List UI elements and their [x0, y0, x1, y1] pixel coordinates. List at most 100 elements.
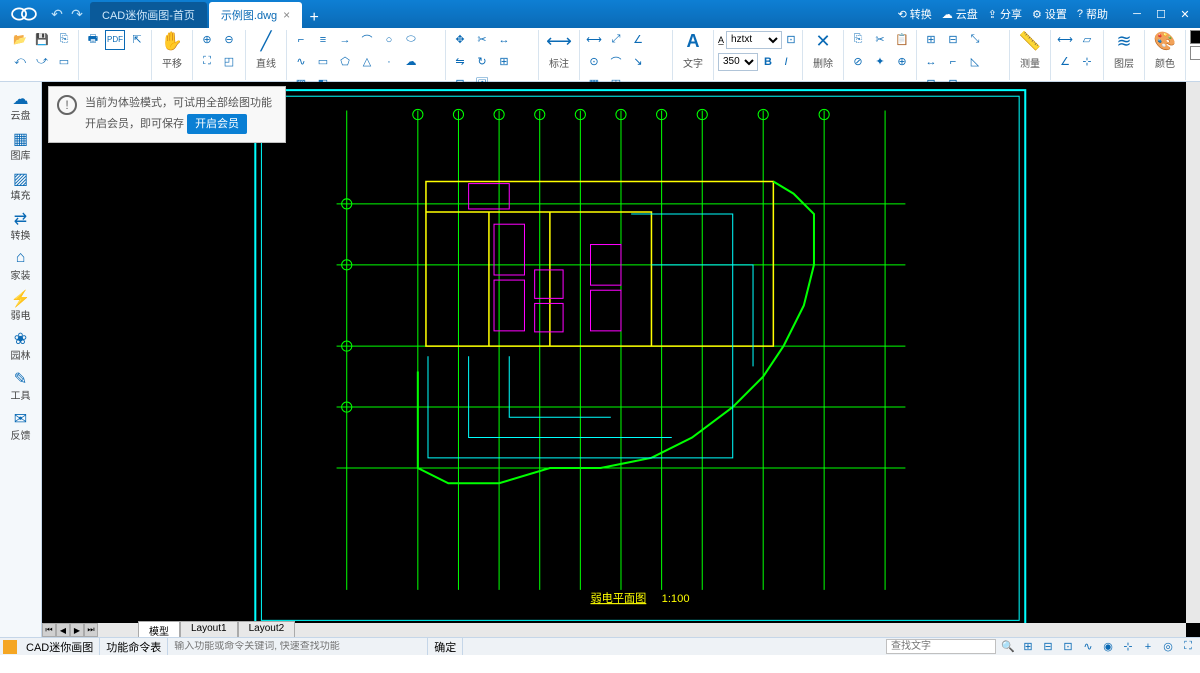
close-button[interactable]: ✕: [1174, 5, 1196, 23]
spline-icon[interactable]: ∿: [291, 52, 311, 72]
sidebar-item-家装[interactable]: ⌂家装: [2, 246, 40, 284]
dim-align-icon[interactable]: ⤢: [606, 30, 626, 50]
print-icon[interactable]: 🖶: [83, 30, 103, 50]
triangle-icon[interactable]: △: [357, 52, 377, 72]
move-icon[interactable]: ✥: [450, 30, 470, 50]
offset-icon[interactable]: ⊞: [494, 52, 514, 72]
plus-icon[interactable]: +: [1140, 639, 1156, 655]
copy-icon[interactable]: ⎘: [848, 30, 868, 50]
sidebar-item-工具[interactable]: ✎工具: [2, 366, 40, 404]
sidebar-item-转换[interactable]: ⇄转换: [2, 206, 40, 244]
leader-icon[interactable]: ↘: [628, 52, 648, 72]
dim-arc-icon[interactable]: ⌒: [606, 52, 626, 72]
multiline-icon[interactable]: ≡: [313, 30, 333, 50]
color-white[interactable]: [1190, 46, 1200, 60]
annotate-tool[interactable]: ⟷ 标注: [543, 30, 575, 70]
delete-tool[interactable]: ✕ 删除: [807, 30, 839, 70]
redo-icon[interactable]: ⤻: [32, 52, 52, 72]
command-input[interactable]: [174, 641, 414, 652]
rect-icon[interactable]: ▭: [313, 52, 333, 72]
grid-icon[interactable]: ⊟: [1040, 639, 1056, 655]
convert-button[interactable]: ⟲ 转换: [898, 6, 932, 22]
scrollbar-horizontal[interactable]: ⏮ ◀ ▶ ⏭ 模型Layout1Layout2: [42, 623, 1186, 637]
ortho-icon[interactable]: ⊡: [1060, 639, 1076, 655]
close-icon[interactable]: ×: [283, 8, 290, 22]
dim-linear-icon[interactable]: ⟷: [584, 30, 604, 50]
trim-icon[interactable]: ✂: [472, 30, 492, 50]
nav-fwd-icon[interactable]: ↷: [68, 5, 86, 23]
undo-icon[interactable]: ⤺: [10, 52, 30, 72]
italic-button[interactable]: I: [778, 52, 794, 72]
scroll-last-icon[interactable]: ⏭: [84, 623, 98, 637]
polyline-icon[interactable]: ⌐: [291, 30, 311, 50]
explode-icon[interactable]: ✦: [870, 52, 890, 72]
ray-icon[interactable]: →: [335, 30, 355, 50]
sidebar-item-反馈[interactable]: ✉反馈: [2, 406, 40, 444]
pan-tool[interactable]: ✋ 平移: [156, 30, 188, 70]
saveas-icon[interactable]: ⎘: [54, 30, 74, 50]
scroll-next-icon[interactable]: ▶: [70, 623, 84, 637]
target-icon[interactable]: ◎: [1160, 639, 1176, 655]
open-icon[interactable]: 📂: [10, 30, 30, 50]
mirror-icon[interactable]: ⇋: [450, 52, 470, 72]
layout-tab-模型[interactable]: 模型: [138, 621, 180, 637]
drawing-canvas[interactable]: 弱电平面图 1:100 ⏮ ◀ ▶ ⏭ 模型Layout1Layout2: [42, 82, 1200, 637]
minimize-button[interactable]: ─: [1126, 5, 1148, 23]
pdf-icon[interactable]: PDF: [105, 30, 125, 50]
scroll-first-icon[interactable]: ⏮: [42, 623, 56, 637]
bold-button[interactable]: B: [760, 52, 776, 72]
cloud-button[interactable]: ☁ 云盘: [942, 6, 978, 22]
snap-icon[interactable]: ⊞: [1020, 639, 1036, 655]
nav-back-icon[interactable]: ↶: [48, 5, 66, 23]
font-select[interactable]: hztxt: [726, 31, 782, 49]
color-tool[interactable]: 🎨 颜色: [1149, 30, 1181, 70]
dim-angle-icon[interactable]: ∠: [628, 30, 648, 50]
upgrade-button[interactable]: 开启会员: [187, 114, 247, 135]
sidebar-item-填充[interactable]: ▨填充: [2, 166, 40, 204]
scrollbar-vertical[interactable]: [1186, 82, 1200, 623]
area-icon[interactable]: ▱: [1077, 30, 1097, 50]
fillet-icon[interactable]: ⌐: [943, 52, 963, 72]
sidebar-item-图库[interactable]: ▦图库: [2, 126, 40, 164]
chamfer-icon[interactable]: ◺: [965, 52, 985, 72]
join-icon[interactable]: ⊕: [892, 52, 912, 72]
share-button[interactable]: ⇪ 分享: [988, 6, 1022, 22]
align-icon[interactable]: ⊞: [921, 30, 941, 50]
tab-add-button[interactable]: +: [304, 8, 324, 28]
zoom-window-icon[interactable]: ◰: [219, 52, 239, 72]
color-black[interactable]: [1190, 30, 1200, 44]
polygon-icon[interactable]: ⬠: [335, 52, 355, 72]
osnap-icon[interactable]: ◉: [1100, 639, 1116, 655]
zoom-fit-icon[interactable]: ⛶: [197, 52, 217, 72]
break-icon[interactable]: ⊘: [848, 52, 868, 72]
arc-icon[interactable]: ⌒: [357, 30, 377, 50]
dim-radius-icon[interactable]: ⊙: [584, 52, 604, 72]
dist-icon[interactable]: ⟷: [1055, 30, 1075, 50]
font-fit-icon[interactable]: ⊡: [784, 30, 798, 50]
settings-button[interactable]: ⚙ 设置: [1032, 6, 1067, 22]
help-button[interactable]: ? 帮助: [1077, 6, 1108, 22]
circle-icon[interactable]: ○: [379, 30, 399, 50]
fontsize-select[interactable]: 350: [718, 53, 758, 71]
angle-meas-icon[interactable]: ∠: [1055, 52, 1075, 72]
sidebar-item-云盘[interactable]: ☁云盘: [2, 86, 40, 124]
otrack-icon[interactable]: ⊹: [1120, 639, 1136, 655]
distribute-icon[interactable]: ⊟: [943, 30, 963, 50]
search-icon[interactable]: 🔍: [1000, 639, 1016, 655]
paste-icon[interactable]: 📋: [892, 30, 912, 50]
export-icon[interactable]: ⇱: [127, 30, 147, 50]
text-tool[interactable]: A 文字: [677, 30, 709, 70]
fullscreen-icon[interactable]: ⛶: [1180, 639, 1196, 655]
extend-icon[interactable]: ↔: [494, 30, 514, 50]
layout-tab-Layout1[interactable]: Layout1: [180, 621, 238, 637]
tab-home[interactable]: CAD迷你画图-首页: [90, 2, 207, 28]
point-icon[interactable]: ·: [379, 52, 399, 72]
polar-icon[interactable]: ∿: [1080, 639, 1096, 655]
maximize-button[interactable]: ☐: [1150, 5, 1172, 23]
coord-icon[interactable]: ⊹: [1077, 52, 1097, 72]
zoom-out-icon[interactable]: ⊖: [219, 30, 239, 50]
layout-tab-Layout2[interactable]: Layout2: [238, 621, 296, 637]
zoom-in-icon[interactable]: ⊕: [197, 30, 217, 50]
measure-tool[interactable]: 📏 测量: [1014, 30, 1046, 70]
cut-icon[interactable]: ✂: [870, 30, 890, 50]
